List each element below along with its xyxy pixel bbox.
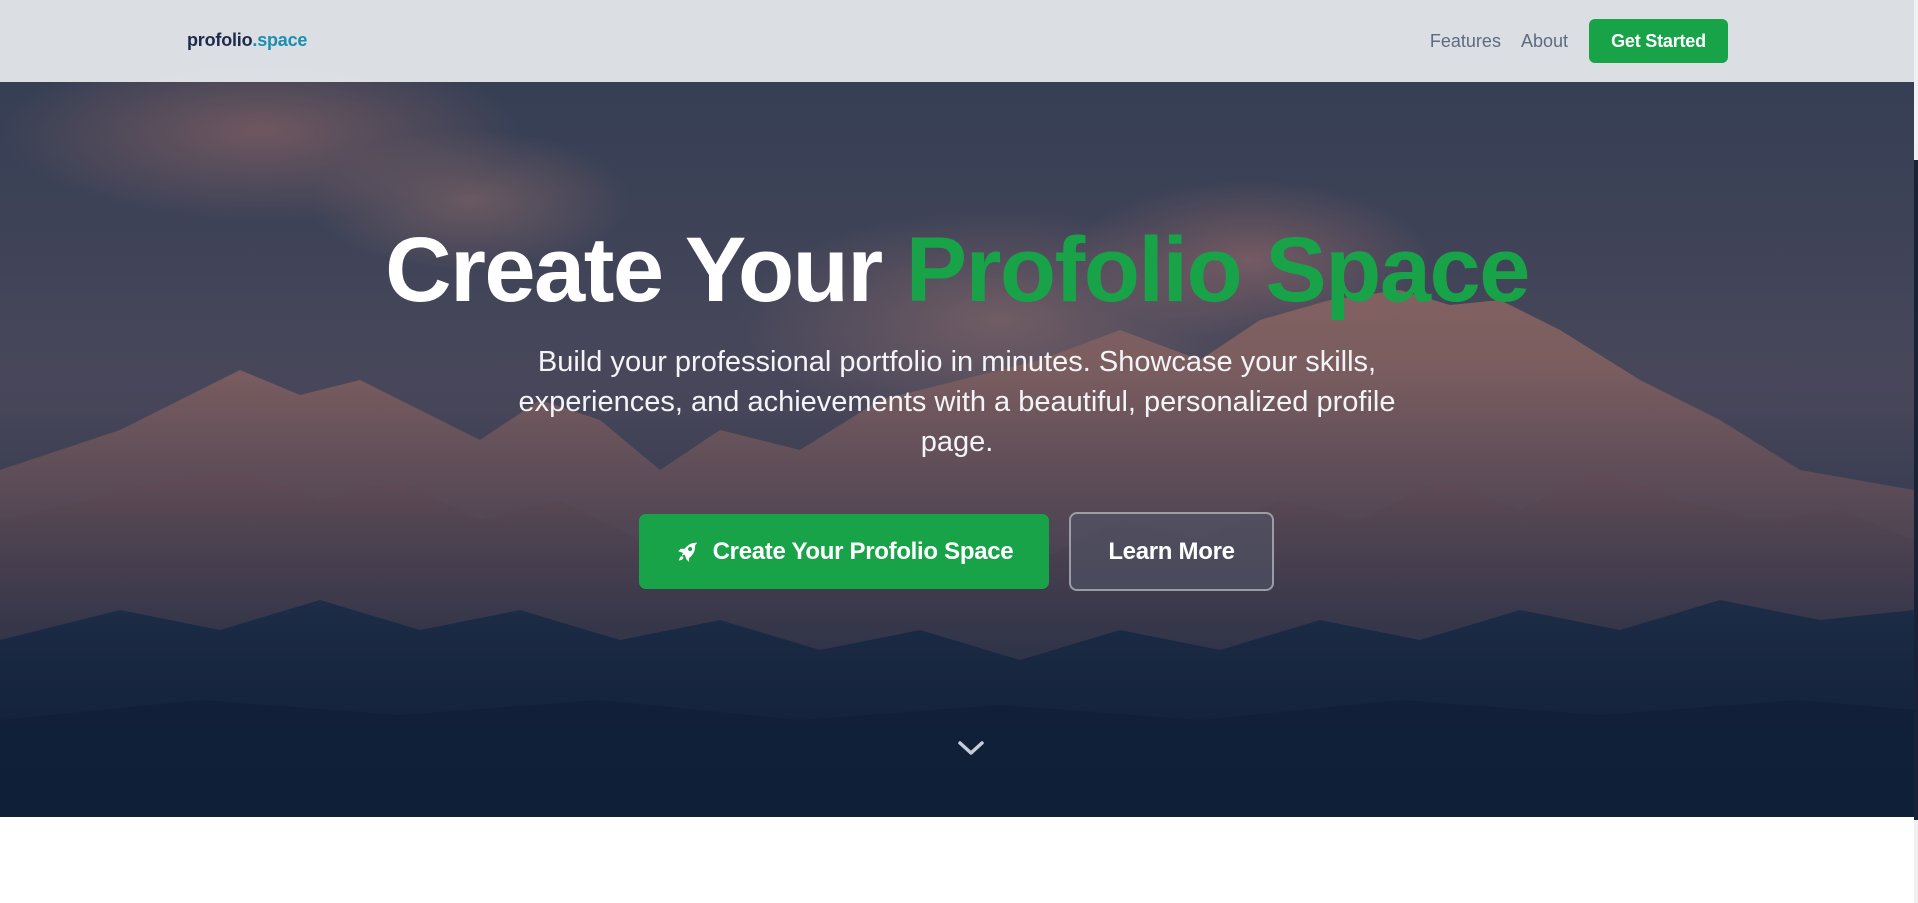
logo-main-text: profolio [187, 30, 253, 50]
hero-headline: Create Your Profolio Space [0, 218, 1914, 322]
get-started-button[interactable]: Get Started [1589, 19, 1728, 63]
hero-subtitle: Build your professional portfolio in min… [518, 346, 1396, 458]
site-logo[interactable]: profolio.space [187, 30, 307, 51]
create-profolio-button[interactable]: Create Your Profolio Space [639, 514, 1049, 589]
nav-link-about[interactable]: About [1521, 31, 1568, 52]
learn-more-button[interactable]: Learn More [1069, 512, 1274, 591]
headline-green-part: Profolio Space [905, 219, 1531, 321]
create-profolio-button-label: Create Your Profolio Space [712, 537, 1014, 565]
page-scrollbar[interactable] [1914, 0, 1918, 903]
chevron-down-icon[interactable] [956, 736, 986, 760]
headline-white-part: Create Your [385, 219, 883, 321]
page: Create Your Profolio Space Build your pr… [0, 0, 1918, 903]
learn-more-button-label: Learn More [1108, 537, 1235, 565]
hero-content: Create Your Profolio Space Build your pr… [0, 0, 1914, 817]
nav-links: Features About Get Started [1430, 0, 1728, 82]
logo-accent-text: .space [252, 30, 308, 50]
rocket-icon [677, 542, 697, 562]
content-section [0, 817, 1914, 903]
scrollbar-thumb[interactable] [1914, 160, 1918, 820]
nav-link-features[interactable]: Features [1430, 31, 1501, 52]
top-navbar: profolio.space Features About Get Starte… [0, 0, 1914, 82]
